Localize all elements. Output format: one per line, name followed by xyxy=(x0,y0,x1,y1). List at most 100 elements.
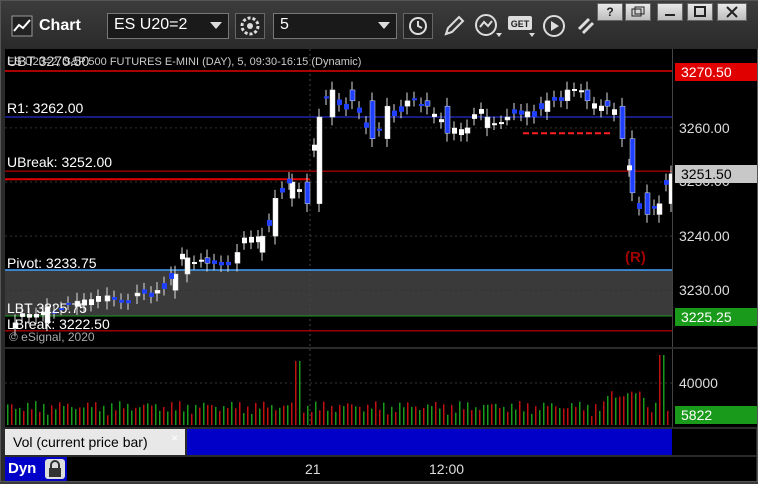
volume-bar xyxy=(355,406,357,425)
volume-bar xyxy=(67,403,69,425)
candle-body xyxy=(512,109,517,114)
price-chart[interactable] xyxy=(5,49,675,347)
level-label-ubt: UBT 3270.50 xyxy=(7,53,89,69)
volume-bar xyxy=(143,404,145,425)
candle-body xyxy=(267,219,272,226)
chart-title: Chart xyxy=(11,15,81,37)
candle-body xyxy=(119,299,124,303)
volume-bar xyxy=(327,410,329,425)
volume-chart[interactable] xyxy=(5,349,672,427)
volume-bar xyxy=(615,397,617,425)
volume-bar xyxy=(323,401,325,425)
maximize-button[interactable] xyxy=(687,3,713,21)
close-study-icon[interactable]: × xyxy=(171,431,178,445)
volume-bar xyxy=(459,401,461,425)
volume-bar xyxy=(75,409,77,425)
volume-bar xyxy=(503,406,505,425)
time-tick-text: 21 xyxy=(305,461,321,477)
candle-body xyxy=(404,100,411,107)
price-axis[interactable]: 3270.50 3260.00 3250.00 3251.50 3240.00 … xyxy=(672,49,757,347)
volume-bar xyxy=(335,411,337,425)
volume-bar xyxy=(119,401,121,425)
candle-body xyxy=(312,144,317,151)
volume-bar xyxy=(523,411,525,425)
volume-study-text: Vol (current price bar) xyxy=(13,434,148,450)
volume-bar xyxy=(251,414,253,425)
clock-button[interactable] xyxy=(403,13,433,39)
candle-body xyxy=(384,105,391,139)
volume-study-label[interactable]: Vol (current price bar) xyxy=(5,429,185,455)
link-button[interactable] xyxy=(573,13,599,39)
volume-bar xyxy=(215,406,217,425)
candle-body xyxy=(472,114,477,119)
volume-bar xyxy=(511,403,513,425)
volume-bar xyxy=(431,406,433,425)
interval-input[interactable]: 5 xyxy=(273,13,397,39)
price-plot[interactable] xyxy=(5,49,675,347)
volume-plot[interactable] xyxy=(5,349,672,427)
volume-bar xyxy=(571,403,573,425)
candle-body xyxy=(432,113,437,117)
volume-bar xyxy=(595,404,597,425)
lock-icon[interactable] xyxy=(45,459,65,479)
symbol-input[interactable]: ES U20=2 xyxy=(107,13,229,39)
volume-bar xyxy=(411,406,413,425)
volume-bar xyxy=(263,401,265,425)
candle-body xyxy=(142,289,147,294)
drawing-button[interactable] xyxy=(441,13,467,39)
volume-bar xyxy=(107,415,109,425)
chevron-down-icon[interactable] xyxy=(378,22,390,29)
volume-bar xyxy=(191,413,193,425)
volume-bar xyxy=(371,408,373,425)
volume-bar xyxy=(343,406,345,425)
candle-body xyxy=(579,90,584,93)
level-label-ubreak: UBreak: 3252.00 xyxy=(7,154,112,170)
volume-bar xyxy=(663,355,665,425)
help-button[interactable]: ? xyxy=(597,3,623,21)
volume-bar xyxy=(79,407,81,425)
volume-bar xyxy=(127,403,129,425)
volume-bar xyxy=(395,412,397,425)
volume-bar xyxy=(163,406,165,425)
minimize-button[interactable] xyxy=(657,3,683,21)
get-button[interactable]: GET xyxy=(507,13,537,39)
play-button[interactable] xyxy=(541,13,567,39)
reversal-marker: (R) xyxy=(625,249,646,266)
candle-body xyxy=(337,99,342,106)
time-axis[interactable] xyxy=(5,457,756,481)
chevron-down-icon[interactable] xyxy=(210,22,222,29)
candle-body xyxy=(604,100,611,107)
volume-bar xyxy=(299,361,301,425)
volume-bar xyxy=(171,402,173,425)
volume-bar xyxy=(135,407,137,425)
volume-bar xyxy=(367,404,369,425)
volume-bar xyxy=(495,403,497,425)
volume-bar xyxy=(391,406,393,425)
y-tick-text: 3260.00 xyxy=(679,120,730,136)
candle-body xyxy=(652,205,657,209)
volume-bar xyxy=(363,411,365,425)
volume-bar xyxy=(43,403,45,425)
volume-bar xyxy=(427,404,429,425)
y-tick-label: 3230.00 xyxy=(679,282,730,298)
candle-body xyxy=(504,116,511,121)
lbt-label: LBT 3225.75 xyxy=(7,300,87,316)
volume-bar xyxy=(159,410,161,425)
candle-body xyxy=(289,181,296,199)
candle-body xyxy=(256,236,261,243)
candle-body xyxy=(552,97,557,101)
close-button[interactable] xyxy=(717,3,747,21)
chart-window: Chart ES U20=2 5 GET ? ES U20=2, S&P 500… xyxy=(0,0,758,482)
restore-button[interactable] xyxy=(625,3,651,21)
volume-axis[interactable]: 40000 5822 xyxy=(672,349,757,427)
app-title: Chart xyxy=(39,17,81,34)
settings-button[interactable] xyxy=(235,13,265,39)
volume-bar xyxy=(515,409,517,425)
candle-body xyxy=(324,96,329,99)
volume-bar xyxy=(219,410,221,425)
study-button[interactable] xyxy=(473,13,503,39)
candle-body xyxy=(539,103,544,110)
candle-body xyxy=(377,128,382,131)
volume-bar xyxy=(599,410,601,425)
candle-body xyxy=(272,197,279,237)
